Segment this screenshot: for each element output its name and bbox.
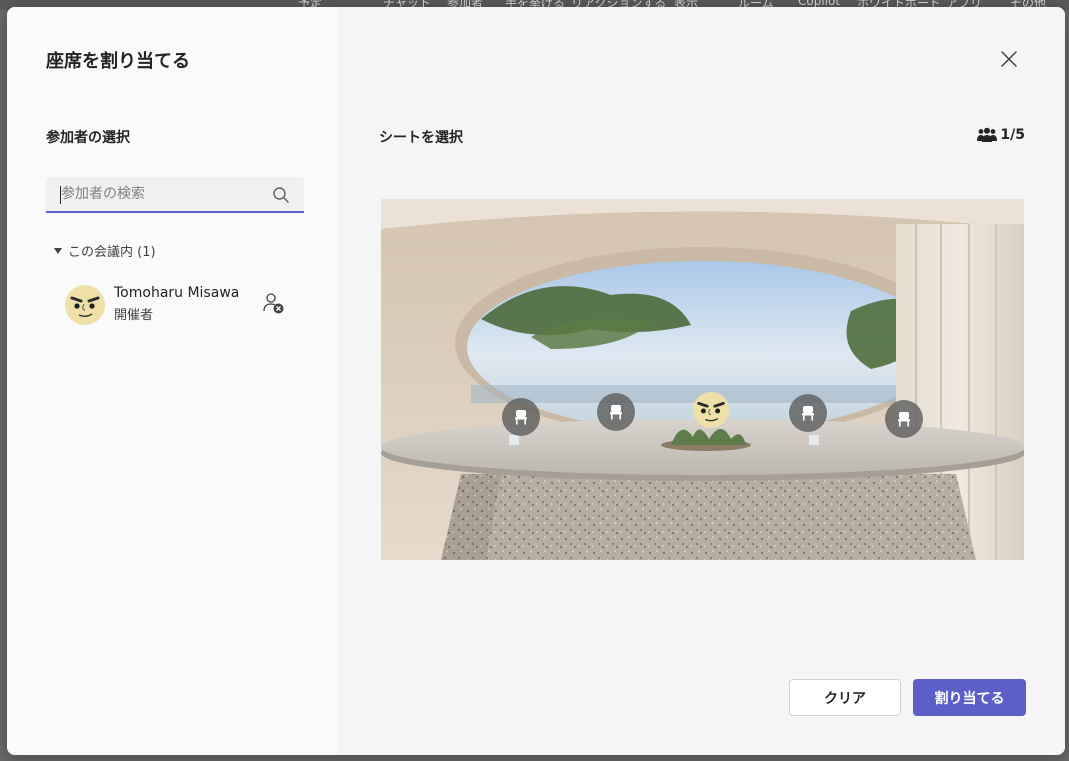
- chair-icon: [898, 412, 910, 427]
- participant-search-box[interactable]: [46, 177, 304, 213]
- room-illustration: [381, 199, 1024, 560]
- people-icon: [977, 127, 998, 142]
- assign-button[interactable]: 割り当てる: [913, 679, 1026, 716]
- chair-icon: [610, 405, 622, 420]
- close-button[interactable]: [996, 46, 1022, 72]
- caret-down-icon: [54, 247, 62, 254]
- remove-person-icon[interactable]: [261, 291, 285, 315]
- participant-panel: 座席を割り当てる 参加者の選択 この会議内 (1): [7, 7, 337, 755]
- room-scene-image: [381, 199, 1024, 560]
- participant-role: 開催者: [114, 308, 154, 323]
- seat-5[interactable]: [885, 400, 923, 438]
- seat-1[interactable]: [502, 398, 540, 436]
- participants-section-label: 参加者の選択: [46, 130, 130, 146]
- seat-3-assigned[interactable]: [692, 391, 730, 429]
- search-icon: [273, 187, 289, 203]
- group-label: この会議内 (1): [68, 245, 156, 260]
- avatar: [692, 391, 730, 429]
- clear-button[interactable]: クリア: [789, 679, 901, 716]
- seat-count: 1/5: [977, 127, 1025, 143]
- participant-name: Tomoharu Misawa: [114, 285, 240, 301]
- participant-search-input[interactable]: [61, 177, 261, 211]
- seat-2[interactable]: [597, 393, 635, 431]
- chair-icon: [515, 410, 527, 425]
- assign-seats-dialog: 座席を割り当てる 参加者の選択 この会議内 (1): [7, 7, 1065, 755]
- seat-4[interactable]: [789, 394, 827, 432]
- seat-count-value: 1/5: [1000, 127, 1025, 143]
- dialog-title: 座席を割り当てる: [46, 51, 190, 72]
- in-meeting-group-toggle[interactable]: この会議内 (1): [54, 241, 156, 260]
- seat-section-label: シートを選択: [379, 130, 463, 146]
- chair-icon: [802, 406, 814, 421]
- avatar: [65, 285, 105, 325]
- participant-list-item[interactable]: Tomoharu Misawa 開催者: [65, 283, 295, 327]
- seat-panel: シートを選択 1/5 クリア 割り当てる: [337, 7, 1065, 755]
- close-icon: [1001, 51, 1017, 67]
